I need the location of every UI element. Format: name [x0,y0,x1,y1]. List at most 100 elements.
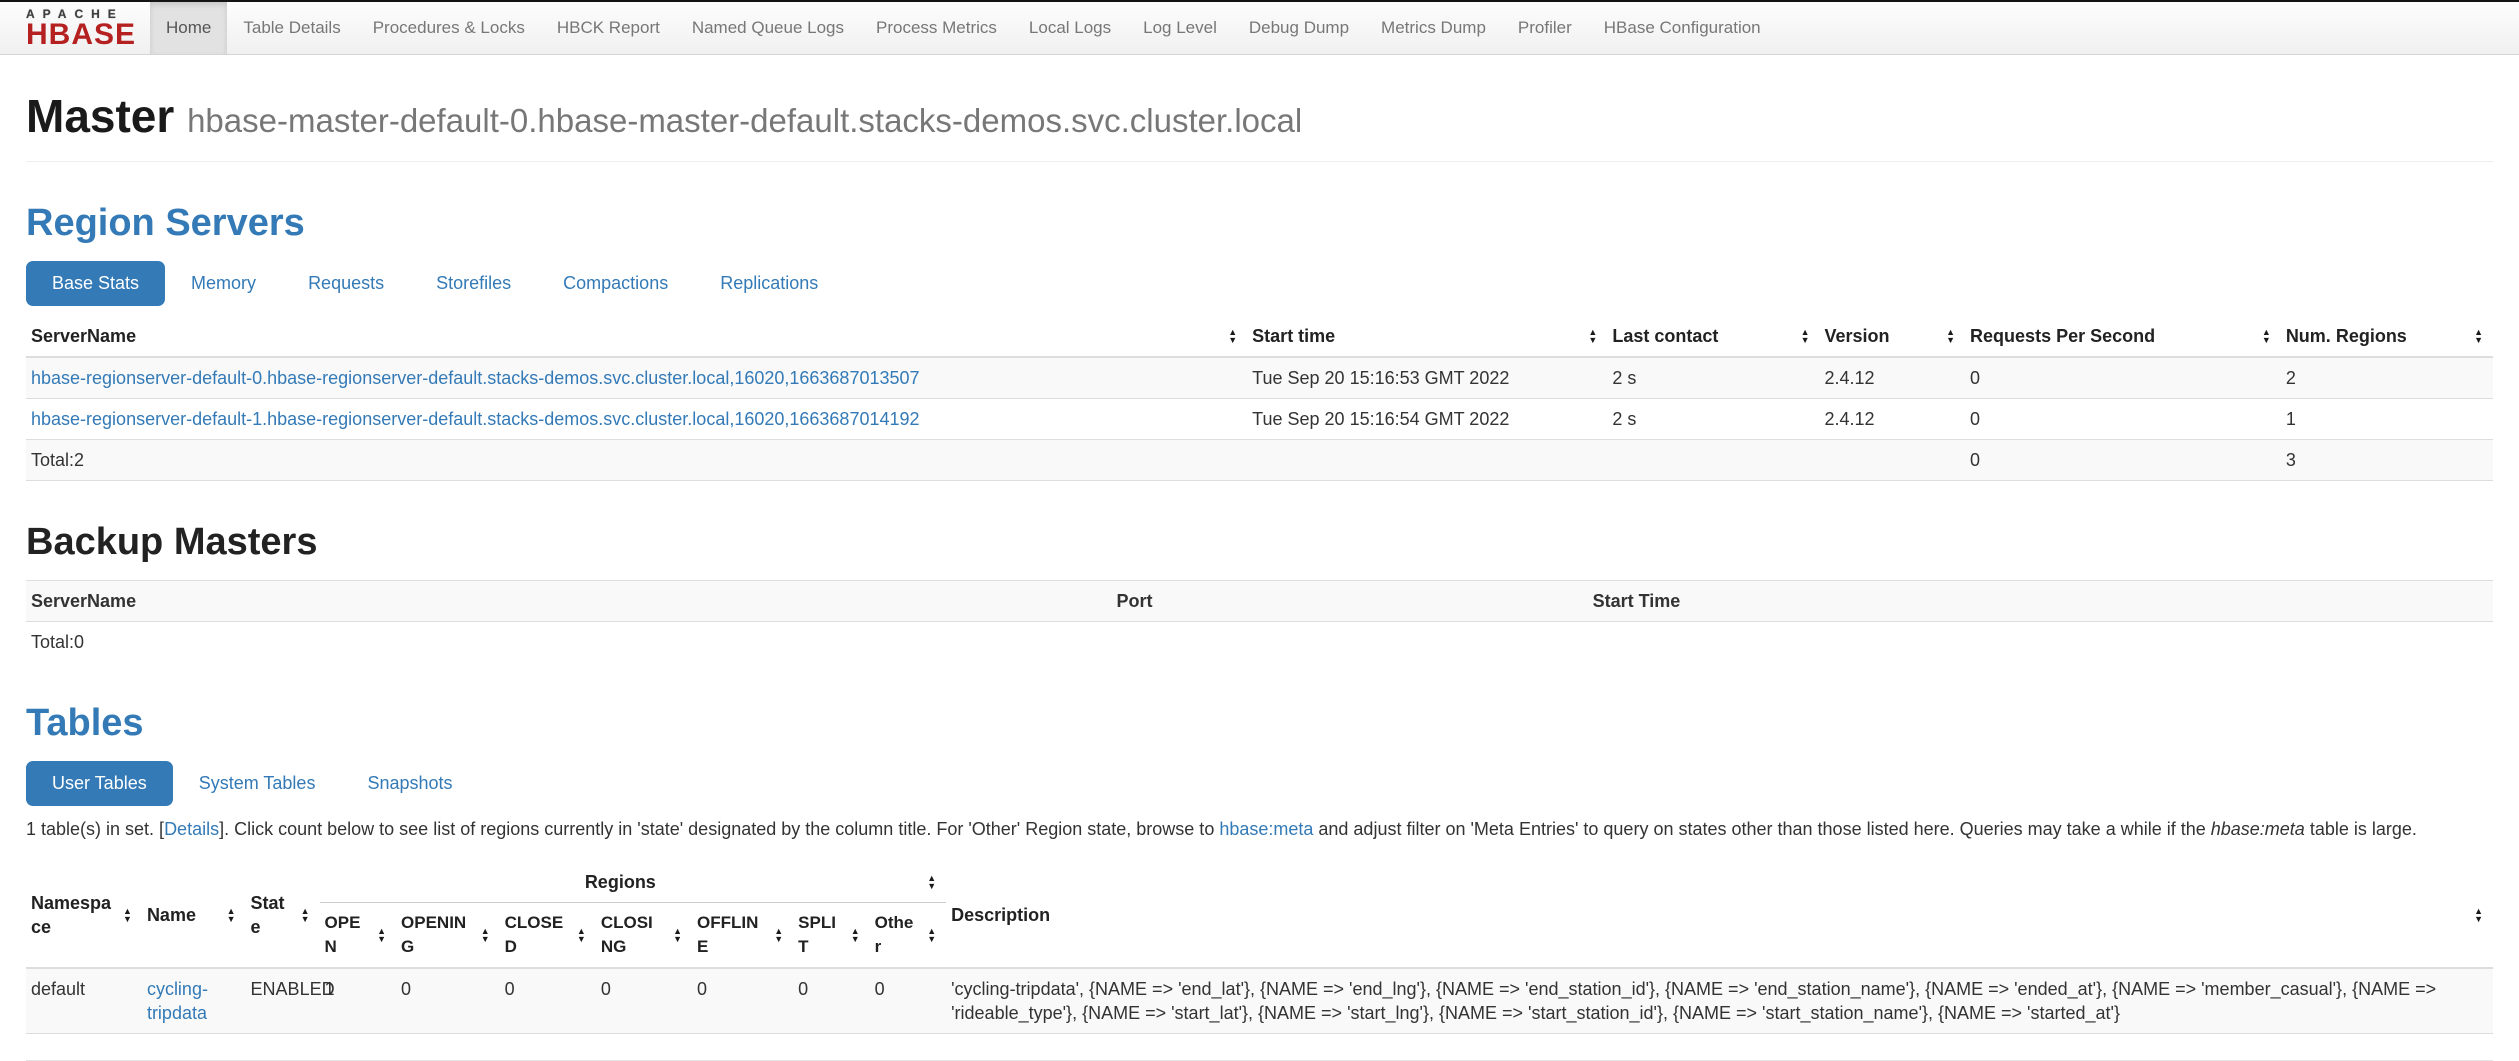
regionserver-link[interactable]: hbase-regionserver-default-1.hbase-regio… [31,409,920,429]
total-label: Total:0 [26,622,1111,663]
sort-icon[interactable] [2474,907,2483,923]
sort-icon[interactable] [927,927,936,943]
col-header-name[interactable]: Name [142,862,246,968]
region-servers-table: ServerName Start time Last contact Versi… [26,316,2493,481]
col-header-version[interactable]: Version [1820,316,1966,357]
nav-item-metrics-dump[interactable]: Metrics Dump [1365,2,1502,54]
sort-icon[interactable] [673,927,682,943]
cell-last-contact: 2 s [1607,357,1819,399]
total-label: Total:2 [26,440,1247,481]
col-header-start-time: Start Time [1588,581,2493,622]
tab-system-tables[interactable]: System Tables [173,761,342,806]
cell-offline-count[interactable]: 0 [692,968,793,1034]
cell-last-contact: 2 s [1607,399,1819,440]
col-header-start-time[interactable]: Start time [1247,316,1607,357]
page-subtitle: hbase-master-default-0.hbase-master-defa… [187,102,1302,139]
hbase-logo[interactable]: APACHE HBASE [0,2,150,54]
col-header-description[interactable]: Description [946,862,2493,968]
col-header-open[interactable]: OPEN [320,903,396,969]
cell-requests-per-second: 0 [1965,357,2281,399]
col-header-split[interactable]: SPLIT [793,903,869,969]
table-link[interactable]: cycling-tripdata [147,979,208,1023]
table-row: hbase-regionserver-default-0.hbase-regio… [26,357,2493,399]
cell-start-time: Tue Sep 20 15:16:53 GMT 2022 [1247,357,1607,399]
cell-closing-count[interactable]: 0 [596,968,692,1034]
tab-user-tables[interactable]: User Tables [26,761,173,806]
region-servers-tabs: Base Stats Memory Requests Storefiles Co… [26,261,2493,306]
nav-item-hbase-configuration[interactable]: HBase Configuration [1588,2,1777,54]
col-header-namespace[interactable]: Namespace [26,862,142,968]
hbase-meta-link[interactable]: hbase:meta [1219,819,1313,839]
sort-icon[interactable] [851,927,860,943]
col-header-offline[interactable]: OFFLINE [692,903,793,969]
cell-start-time: Tue Sep 20 15:16:54 GMT 2022 [1247,399,1607,440]
sort-icon[interactable] [2474,328,2483,344]
sort-icon[interactable] [481,927,490,943]
tab-base-stats[interactable]: Base Stats [26,261,165,306]
region-servers-heading: Region Servers [26,202,2493,245]
nav-item-profiler[interactable]: Profiler [1502,2,1588,54]
tables-tabs: User Tables System Tables Snapshots [26,761,2493,806]
sort-icon[interactable] [1801,328,1810,344]
col-header-opening[interactable]: OPENING [396,903,500,969]
tables-note: 1 table(s) in set. [Details]. Click coun… [26,816,2493,842]
details-link[interactable]: Details [164,819,219,839]
cell-version: 2.4.12 [1820,357,1966,399]
col-group-regions[interactable]: Regions [320,862,947,903]
nav-item-procedures-locks[interactable]: Procedures & Locks [357,2,541,54]
tab-replications[interactable]: Replications [694,261,844,306]
nav-item-debug-dump[interactable]: Debug Dump [1233,2,1365,54]
nav-item-table-details[interactable]: Table Details [227,2,356,54]
col-header-other[interactable]: Other [870,903,946,969]
nav-item-named-queue-logs[interactable]: Named Queue Logs [676,2,860,54]
col-header-requests-per-second[interactable]: Requests Per Second [1965,316,2281,357]
sort-icon[interactable] [2262,328,2271,344]
total-num-regions: 3 [2281,440,2493,481]
cell-description: 'cycling-tripdata', {NAME => 'end_lat'},… [946,968,2493,1034]
nav-item-home[interactable]: Home [150,2,227,54]
sort-icon[interactable] [1946,328,1955,344]
sort-icon[interactable] [927,874,936,890]
tab-requests[interactable]: Requests [282,261,410,306]
tab-storefiles[interactable]: Storefiles [410,261,537,306]
col-header-last-contact[interactable]: Last contact [1607,316,1819,357]
sort-icon[interactable] [1228,328,1237,344]
col-header-servername: ServerName [26,581,1111,622]
tab-memory[interactable]: Memory [165,261,282,306]
cell-open-count[interactable]: 1 [320,968,396,1034]
total-row: Total:0 [26,622,2493,663]
tables-heading: Tables [26,702,2493,745]
page-header: Master hbase-master-default-0.hbase-mast… [26,89,2493,162]
tab-compactions[interactable]: Compactions [537,261,694,306]
logo-hbase-text: HBASE [26,21,136,49]
sort-icon[interactable] [577,927,586,943]
nav-item-hbck-report[interactable]: HBCK Report [541,2,676,54]
table-row: default cycling-tripdata ENABLED 1 0 0 0… [26,968,2493,1034]
col-header-closed[interactable]: CLOSED [500,903,596,969]
col-header-num-regions[interactable]: Num. Regions [2281,316,2493,357]
col-header-closing[interactable]: CLOSING [596,903,692,969]
sort-icon[interactable] [1588,328,1597,344]
nav-item-log-level[interactable]: Log Level [1127,2,1233,54]
cell-state: ENABLED [246,968,320,1034]
nav-item-local-logs[interactable]: Local Logs [1013,2,1127,54]
cell-closed-count[interactable]: 0 [500,968,596,1034]
user-tables-table: Namespace Name State Regions Description… [26,862,2493,1034]
backup-masters-heading: Backup Masters [26,521,2493,564]
col-header-servername[interactable]: ServerName [26,316,1247,357]
sort-icon[interactable] [301,907,310,923]
cell-split-count[interactable]: 0 [793,968,869,1034]
col-header-port: Port [1111,581,1587,622]
sort-icon[interactable] [123,907,132,923]
col-header-state[interactable]: State [246,862,320,968]
sort-icon[interactable] [774,927,783,943]
regionserver-link[interactable]: hbase-regionserver-default-0.hbase-regio… [31,368,920,388]
cell-opening-count[interactable]: 0 [396,968,500,1034]
sort-icon[interactable] [377,927,386,943]
tab-snapshots[interactable]: Snapshots [341,761,478,806]
cell-other-count[interactable]: 0 [870,968,946,1034]
region-servers-section: Region Servers Base Stats Memory Request… [26,202,2493,481]
cell-namespace: default [26,968,142,1034]
nav-item-process-metrics[interactable]: Process Metrics [860,2,1013,54]
sort-icon[interactable] [227,907,236,923]
